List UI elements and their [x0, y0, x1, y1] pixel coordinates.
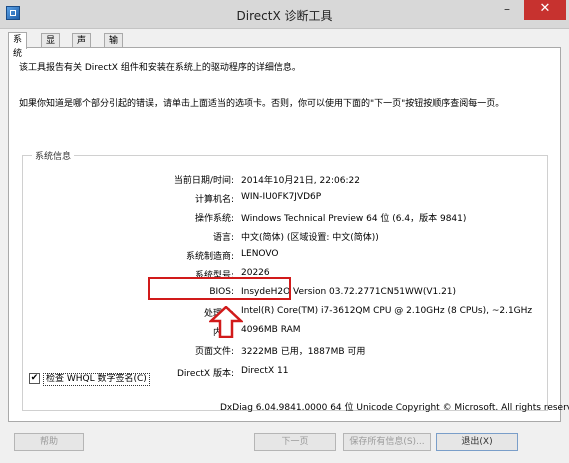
tab-sound[interactable]: 声音: [72, 33, 92, 60]
system-tab-panel: 该工具报告有关 DirectX 组件和安装在系统上的驱动程序的详细信息。 如果你…: [8, 47, 561, 422]
minimize-button[interactable]: –: [494, 0, 520, 20]
exit-button[interactable]: 退出(X): [436, 433, 518, 451]
info-row-computer-name: 计算机名: WIN-IU0FK7JVD6P: [23, 192, 549, 206]
save-all-info-button[interactable]: 保存所有信息(S)...: [343, 433, 431, 451]
close-button[interactable]: ✕: [524, 0, 566, 20]
dxdiag-version-info: DxDiag 6.04.9841.0000 64 位 Unicode Copyr…: [220, 403, 569, 413]
system-info-title: 系统信息: [32, 149, 75, 162]
info-value: LENOVO: [241, 249, 279, 259]
info-value: Intel(R) Core(TM) i7-3612QM CPU @ 2.10GH…: [241, 306, 533, 316]
info-label: 当前日期/时间:: [173, 176, 234, 186]
tab-input[interactable]: 输入: [104, 33, 124, 60]
info-value: 3222MB 已用，1887MB 可用: [241, 347, 366, 357]
intro-text-1: 该工具报告有关 DirectX 组件和安装在系统上的驱动程序的详细信息。: [19, 63, 301, 73]
info-value: 中文(简体) (区域设置: 中文(简体)): [241, 233, 379, 243]
info-value: 4096MB RAM: [241, 325, 301, 335]
window-title: DirectX 诊断工具: [236, 9, 333, 23]
info-label: 系统制造商:: [185, 252, 234, 262]
next-page-button[interactable]: 下一页: [254, 433, 336, 451]
info-label: 操作系统:: [194, 214, 234, 224]
info-label: 语言:: [212, 233, 234, 243]
info-value: WIN-IU0FK7JVD6P: [241, 192, 322, 202]
info-row-datetime: 当前日期/时间: 2014年10月21日, 22:06:22: [23, 173, 549, 187]
info-value: Windows Technical Preview 64 位 (6.4，版本 9…: [241, 214, 467, 224]
info-row-memory: 内存: 4096MB RAM: [23, 325, 549, 339]
whql-checkbox[interactable]: ✔: [29, 373, 40, 384]
info-row-language: 语言: 中文(简体) (区域设置: 中文(简体)): [23, 230, 549, 244]
info-row-manufacturer: 系统制造商: LENOVO: [23, 249, 549, 263]
info-row-processor: 处理器: Intel(R) Core(TM) i7-3612QM CPU @ 2…: [23, 306, 549, 320]
up-arrow-icon: [209, 306, 243, 338]
whql-checkbox-label[interactable]: 检查 WHQL 数字签名(C): [43, 373, 150, 386]
tab-display[interactable]: 显示: [41, 33, 61, 60]
help-button[interactable]: 帮助: [14, 433, 84, 451]
directx-highlight-box: [148, 277, 291, 300]
info-label: 页面文件:: [194, 347, 234, 357]
info-label: DirectX 版本:: [176, 369, 234, 379]
tab-system[interactable]: 系统: [8, 32, 28, 59]
info-row-page-file: 页面文件: 3222MB 已用，1887MB 可用: [23, 344, 549, 358]
intro-text-2: 如果你知道是哪个部分引起的错误，请单击上面适当的选项卡。否则，你可以使用下面的"…: [19, 99, 505, 109]
info-row-os: 操作系统: Windows Technical Preview 64 位 (6.…: [23, 211, 549, 225]
info-value: 2014年10月21日, 22:06:22: [241, 176, 360, 186]
title-bar: DirectX 诊断工具 – ✕: [0, 0, 569, 29]
info-label: 计算机名:: [194, 195, 234, 205]
info-value: DirectX 11: [241, 366, 289, 376]
